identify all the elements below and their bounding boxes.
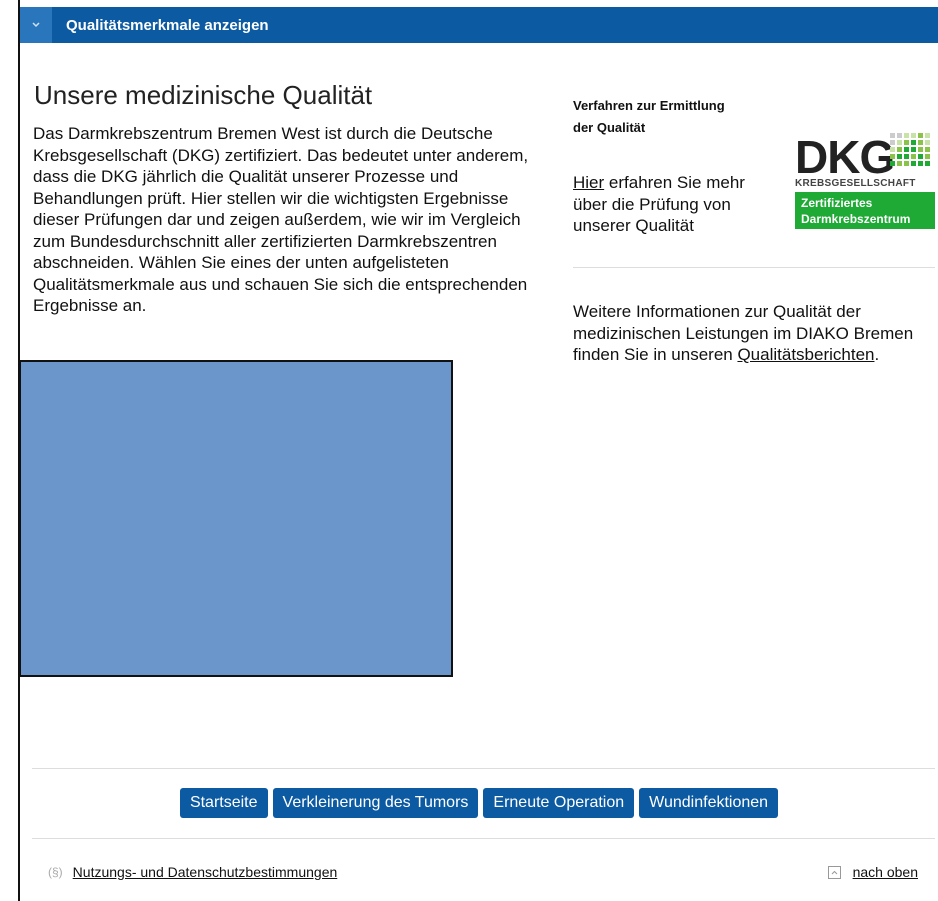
footer-back-to-top: nach oben: [827, 864, 918, 880]
chevron-down-icon[interactable]: [20, 7, 52, 43]
sidebar-divider: [573, 267, 935, 268]
procedure-heading-line2: der Qualität: [573, 120, 646, 135]
wound-infections-button[interactable]: Wundinfektionen: [639, 788, 779, 818]
quality-toggle-bar[interactable]: Qualitätsmerkmale anzeigen: [20, 7, 938, 43]
quality-nav: Startseite Verkleinerung des Tumors Erne…: [0, 788, 938, 818]
paragraph-icon: (§): [48, 865, 63, 879]
procedure-heading-line1: Verfahren zur Ermittlung: [573, 98, 725, 113]
procedure-heading: Verfahren zur Ermittlung der Qualität: [573, 95, 773, 139]
intro-text: Das Darmkrebszentrum Bremen West ist dur…: [33, 124, 529, 315]
media-placeholder: [19, 360, 453, 677]
footer-terms: (§) Nutzungs- und Datenschutzbestimmunge…: [48, 864, 337, 880]
terms-link[interactable]: Nutzungs- und Datenschutzbestimmungen: [73, 864, 338, 880]
tumor-reduction-button[interactable]: Verkleinerung des Tumors: [272, 788, 479, 818]
procedure-text: Hier erfahren Sie mehr über die Prüfung …: [573, 172, 778, 237]
dkg-logo-letters: DKG: [795, 131, 895, 183]
reoperation-button[interactable]: Erneute Operation: [483, 788, 635, 818]
page-title: Unsere medizinische Qualität: [34, 80, 373, 110]
more-info-text: Weitere Informationen zur Qualität der m…: [573, 301, 923, 366]
badge-line2: Darmkrebszentrum: [801, 212, 911, 226]
hier-link[interactable]: Hier: [573, 173, 604, 192]
startseite-button[interactable]: Startseite: [179, 788, 268, 818]
quality-reports-link[interactable]: Qualitätsberichten: [737, 345, 874, 364]
dkg-certified-badge: Zertifiziertes Darmkrebszentrum: [795, 192, 935, 229]
dkg-dots-icon: [890, 133, 930, 166]
badge-line1: Zertifiziertes: [801, 196, 873, 210]
more-info-end: .: [874, 345, 880, 364]
divider-bottom: [32, 838, 935, 839]
back-to-top-link[interactable]: nach oben: [853, 864, 918, 880]
divider-top: [32, 768, 935, 769]
quality-toggle-label[interactable]: Qualitätsmerkmale anzeigen: [66, 17, 269, 34]
dkg-logo-subtitle: KREBSGESELLSCHAFT: [795, 178, 916, 189]
dkg-logo: DKG KREBSGESELLSCHAFT Zertifiziertes Dar…: [795, 130, 936, 230]
arrow-up-icon[interactable]: [827, 865, 841, 879]
